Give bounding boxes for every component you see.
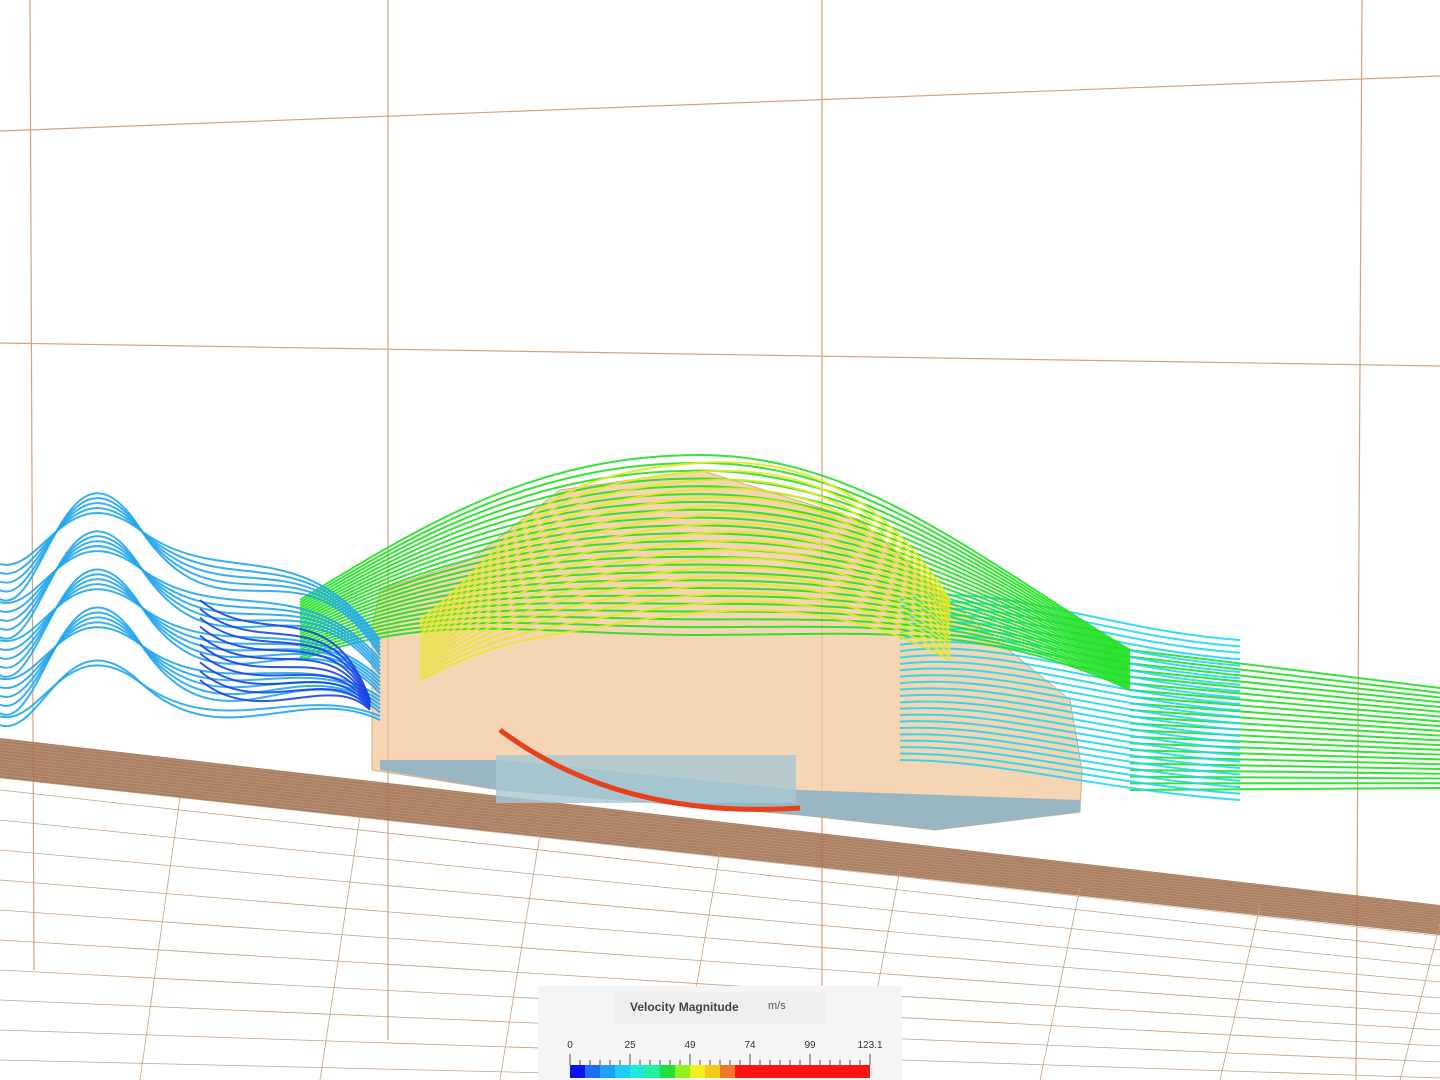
ground-grid-line [319, 815, 361, 1080]
legend-color-segment [735, 1065, 750, 1078]
legend-color-segment [750, 1065, 765, 1078]
legend-color-segment [585, 1065, 600, 1078]
streamline [1129, 695, 1440, 723]
legend-color-segment [840, 1065, 855, 1078]
domain-grid-line [0, 75, 1440, 132]
legend-color-segment [615, 1065, 630, 1078]
legend-color-segment [780, 1065, 795, 1078]
3d-viewport[interactable] [0, 0, 1440, 1080]
ground-grid-line [1039, 887, 1081, 1080]
domain-grid-line [29, 0, 35, 971]
legend-color-segment [720, 1065, 735, 1078]
legend-color-segment [600, 1065, 615, 1078]
legend-color-segment [825, 1065, 840, 1078]
color-legend: Velocity Magnitude m/s 0 25 49 74 99 123… [538, 986, 902, 1080]
ground-grid-line [139, 797, 181, 1080]
legend-color-segment [810, 1065, 825, 1078]
legend-color-segment [675, 1065, 690, 1078]
domain-grid-line [0, 342, 1440, 367]
legend-color-bar [570, 1065, 870, 1078]
streamline [1129, 769, 1440, 775]
legend-color-segment [690, 1065, 705, 1078]
legend-color-segment [705, 1065, 720, 1078]
legend-color-segment [795, 1065, 810, 1078]
legend-color-segment [660, 1065, 675, 1078]
ground-grid-line [499, 833, 541, 1080]
cfd-scene [0, 0, 1440, 1080]
legend-color-segment [645, 1065, 660, 1078]
legend-color-segment [855, 1065, 870, 1078]
legend-color-segment [765, 1065, 780, 1078]
streamline [1129, 775, 1440, 780]
legend-color-segment [630, 1065, 645, 1078]
legend-color-segment [570, 1065, 585, 1078]
